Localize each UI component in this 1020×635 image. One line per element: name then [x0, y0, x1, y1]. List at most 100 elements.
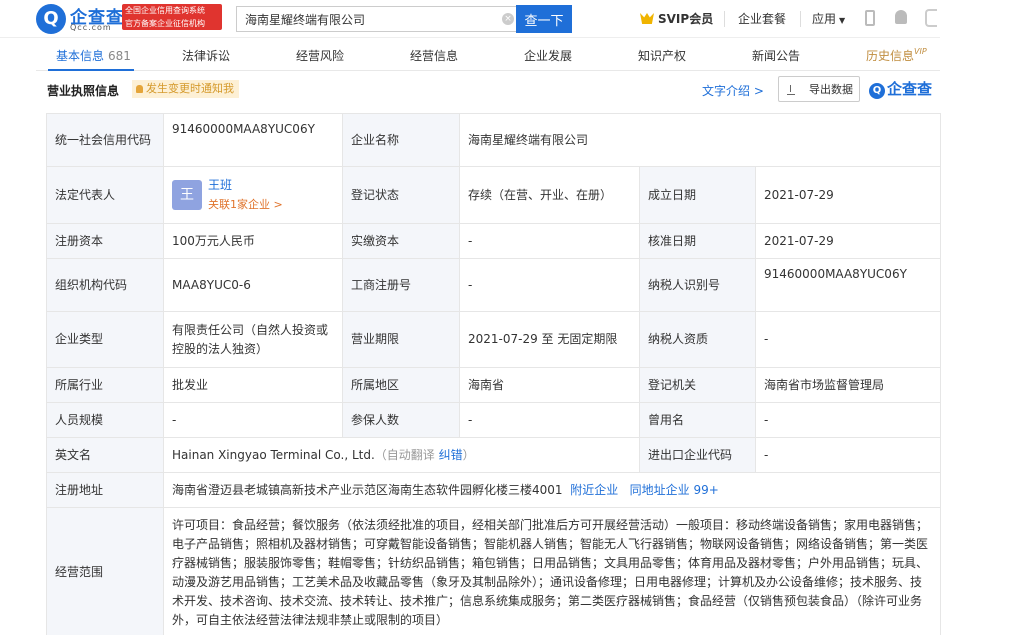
tab-legal[interactable]: 法律诉讼 — [182, 47, 230, 64]
company-type-label: 企业类型 — [46, 311, 164, 368]
import-export-label: 进出口企业代码 — [639, 437, 756, 473]
industry-value: 批发业 — [163, 367, 343, 403]
tab-history[interactable]: 历史信息VIP — [866, 47, 927, 64]
table-row: 经营范围 许可项目：食品经营；餐饮服务（依法须经批准的项目，经相关部门批准后方可… — [46, 507, 941, 635]
taxpayer-qual-value: - — [755, 311, 941, 368]
notify-label: 发生变更时通知我 — [146, 82, 234, 95]
nearby-companies-link[interactable]: 附近企业 — [570, 483, 618, 497]
paid-capital-label: 实缴资本 — [342, 223, 460, 259]
scope-label: 经营范围 — [46, 507, 164, 635]
export-data-button[interactable]: 导出数据 — [778, 76, 860, 102]
credit-code-value: 91460000MAA8YUC06Y — [163, 113, 343, 167]
header-divider — [724, 11, 725, 27]
tab-news[interactable]: 新闻公告 — [752, 47, 800, 64]
region-value: 海南省 — [459, 367, 640, 403]
industry-label: 所属行业 — [46, 367, 164, 403]
caret-down-icon: ▼ — [839, 16, 846, 25]
table-row: 法定代表人 王 王班 关联1家企业 > 登记状态 存续（在营、开业、在册） 成立… — [46, 166, 941, 224]
legal-rep-label: 法定代表人 — [46, 166, 164, 224]
staff-size-label: 人员规模 — [46, 402, 164, 438]
region-label: 所属地区 — [342, 367, 460, 403]
top-header: Q 企查查 Qcc.com 全国企业信用查询系统 官方备案企业征信机构 × 查一… — [0, 0, 940, 38]
reg-authority-label: 登记机关 — [639, 367, 756, 403]
svip-member-link[interactable]: SVIP会员 — [640, 10, 713, 27]
address-cell: 海南省澄迈县老城镇高新技术产业示范区海南生态软件园孵化楼三楼4001 附近企业 … — [163, 472, 941, 508]
search-box: × — [236, 6, 518, 32]
paid-capital-value: - — [459, 223, 640, 259]
download-icon — [787, 85, 795, 95]
address-value: 海南省澄迈县老城镇高新技术产业示范区海南生态软件园孵化楼三楼4001 — [172, 482, 563, 497]
logo-badge-line2: 官方备案企业征信机构 — [125, 19, 205, 28]
taxpayer-id-label: 纳税人识别号 — [639, 258, 756, 312]
legal-rep-block: 王班 关联1家企业 > — [208, 176, 283, 214]
change-notify-button[interactable]: 发生变更时通知我 — [132, 80, 239, 98]
tab-label: 历史信息 — [866, 49, 915, 63]
org-code-label: 组织机构代码 — [46, 258, 164, 312]
section-header: 营业执照信息 发生变更时通知我 文字介绍 > 导出数据 Q 企查查 — [36, 72, 940, 112]
staff-size-value: - — [163, 402, 343, 438]
qcc-logo-icon: Q — [869, 83, 885, 99]
table-row: 组织机构代码 MAA8YUC0-6 工商注册号 - 纳税人识别号 9146000… — [46, 258, 941, 312]
biz-term-value: 2021-07-29 至 无固定期限 — [459, 311, 640, 368]
table-row: 企业类型 有限责任公司（自然人投资或控股的法人独资） 营业期限 2021-07-… — [46, 311, 941, 368]
svip-label: SVIP会员 — [658, 12, 714, 26]
tab-development[interactable]: 企业发展 — [524, 47, 572, 64]
user-icon[interactable] — [925, 9, 937, 27]
credit-code-label: 统一社会信用代码 — [46, 113, 164, 167]
tab-ip[interactable]: 知识产权 — [638, 47, 686, 64]
search-input[interactable] — [237, 7, 492, 31]
scope-value: 许可项目：食品经营；餐饮服务（依法须经批准的项目，经相关部门批准后方可开展经营活… — [163, 507, 941, 635]
reg-status-label: 登记状态 — [342, 166, 460, 224]
enterprise-package-link[interactable]: 企业套餐 — [738, 10, 786, 27]
phone-icon[interactable] — [865, 10, 875, 26]
apps-menu[interactable]: 应用 ▼ — [812, 10, 845, 27]
avatar[interactable]: 王 — [172, 180, 202, 210]
logo-url: Qcc.com — [70, 23, 112, 32]
export-label: 导出数据 — [809, 83, 853, 96]
section-title: 营业执照信息 — [47, 84, 120, 98]
crown-icon — [640, 13, 654, 24]
table-row: 英文名 Hainan Xingyao Terminal Co., Ltd.（自动… — [46, 437, 941, 473]
business-license-table: 统一社会信用代码 91460000MAA8YUC06Y 企业名称 海南星耀终端有… — [46, 113, 941, 635]
english-name-cell: Hainan Xingyao Terminal Co., Ltd.（自动翻译 纠… — [163, 437, 640, 473]
english-name-value: Hainan Xingyao Terminal Co., Ltd. — [172, 447, 375, 462]
tab-risk[interactable]: 经营风险 — [296, 47, 344, 64]
found-date-value: 2021-07-29 — [755, 166, 941, 224]
table-row: 统一社会信用代码 91460000MAA8YUC06Y 企业名称 海南星耀终端有… — [46, 113, 941, 167]
approve-date-label: 核准日期 — [639, 223, 756, 259]
auto-translate-note: （自动翻译 — [374, 447, 435, 462]
main-tabs: 基本信息 681 法律诉讼 经营风险 经营信息 企业发展 知识产权 新闻公告 历史… — [36, 39, 940, 71]
header-divider — [800, 11, 801, 27]
insured-label: 参保人数 — [342, 402, 460, 438]
english-name-label: 英文名 — [46, 437, 164, 473]
table-row: 注册资本 100万元人民币 实缴资本 - 核准日期 2021-07-29 — [46, 223, 941, 259]
import-export-value: - — [755, 437, 941, 473]
biz-term-label: 营业期限 — [342, 311, 460, 368]
tab-business[interactable]: 经营信息 — [410, 47, 458, 64]
clear-icon[interactable]: × — [502, 13, 514, 25]
logo-badge-line1: 全国企业信用查询系统 — [125, 6, 205, 15]
search-button[interactable]: 查一下 — [516, 5, 572, 33]
biz-reg-no-label: 工商注册号 — [342, 258, 460, 312]
reg-capital-value: 100万元人民币 — [163, 223, 343, 259]
approve-date-value: 2021-07-29 — [755, 223, 941, 259]
qcc-watermark: Q 企查查 — [869, 78, 932, 99]
qcc-logo-icon[interactable]: Q — [36, 4, 66, 34]
taxpayer-id-value: 91460000MAA8YUC06Y — [755, 258, 941, 312]
correction-link[interactable]: 纠错 — [439, 448, 463, 462]
reg-authority-value: 海南省市场监督管理局 — [755, 367, 941, 403]
same-address-companies-link[interactable]: 同地址企业 99+ — [630, 483, 719, 497]
text-intro-link[interactable]: 文字介绍 > — [702, 82, 764, 99]
legal-rep-name[interactable]: 王班 — [208, 176, 283, 195]
taxpayer-qual-label: 纳税人资质 — [639, 311, 756, 368]
company-name-label: 企业名称 — [342, 113, 460, 167]
table-row: 人员规模 - 参保人数 - 曾用名 - — [46, 402, 941, 438]
biz-reg-no-value: - — [459, 258, 640, 312]
org-code-value: MAA8YUC0-6 — [163, 258, 343, 312]
tab-label: 基本信息 — [56, 49, 105, 63]
address-label: 注册地址 — [46, 472, 164, 508]
auto-translate-close: ） — [462, 447, 475, 462]
related-companies-link[interactable]: 关联1家企业 > — [208, 195, 283, 214]
tab-basic-info[interactable]: 基本信息 681 — [56, 47, 131, 64]
bell-icon[interactable] — [895, 10, 907, 24]
